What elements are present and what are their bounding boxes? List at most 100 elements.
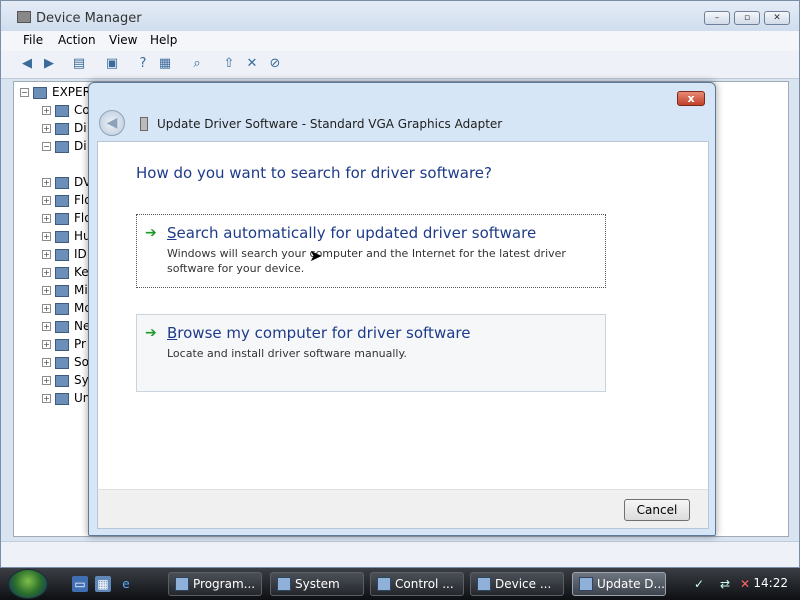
tree-item[interactable]: + Ne (42, 319, 90, 333)
close-button[interactable]: ✕ (764, 11, 790, 25)
tree-item[interactable]: + Mi (42, 283, 88, 297)
tree-root-label: EXPER (52, 85, 91, 99)
taskbar-item-label: Control ... (395, 577, 454, 591)
tree-item[interactable]: + Di (42, 121, 87, 135)
safely-remove-icon[interactable]: ✓ (692, 577, 706, 591)
device-icon (55, 212, 69, 225)
properties-icon[interactable]: ▤ (71, 56, 87, 72)
tree-item[interactable]: + Flo (42, 211, 92, 225)
network-icon[interactable]: ⇄ (718, 577, 732, 591)
taskbar: ▭ ▦ e Program... System Control ... Devi… (0, 568, 800, 600)
option-title: Search automatically for updated driver … (167, 224, 537, 242)
expand-icon[interactable]: + (42, 286, 51, 295)
tree-item[interactable]: + Un (42, 391, 90, 405)
dialog-close-button[interactable]: x (677, 91, 705, 106)
status-bar (1, 541, 799, 567)
tree-item-label: Ke (74, 265, 89, 279)
tree-item-label: Mi (74, 283, 88, 297)
collapse-icon[interactable]: − (42, 142, 51, 151)
scan-icon[interactable]: ⌕ (189, 56, 205, 72)
device-icon (55, 338, 69, 351)
driver-icon (140, 117, 148, 131)
menu-bar: File Action View Help (1, 31, 799, 51)
cancel-button[interactable]: Cancel (624, 499, 690, 521)
tree-item[interactable]: + Pr (42, 337, 86, 351)
maximize-button[interactable]: ▫ (734, 11, 760, 25)
tree-item[interactable]: + ID (42, 247, 87, 261)
device-icon (55, 266, 69, 279)
window-icon (579, 577, 593, 591)
back-arrow-icon[interactable]: ◀ (19, 56, 35, 72)
dialog-header: ◀ Update Driver Software - Standard VGA … (97, 107, 709, 141)
tree-item[interactable]: + DV (42, 175, 91, 189)
expand-icon[interactable]: + (42, 322, 51, 331)
device-icon (55, 122, 69, 135)
device-icon (55, 176, 69, 189)
menu-action[interactable]: Action (58, 33, 96, 47)
expand-icon[interactable]: + (42, 178, 51, 187)
tree-item[interactable]: + Co (42, 103, 90, 117)
tree-item[interactable]: + Sy (42, 373, 89, 387)
expand-icon[interactable]: + (42, 340, 51, 349)
option-description: Windows will search your computer and th… (167, 247, 566, 275)
internet-explorer-icon[interactable]: e (118, 576, 134, 592)
taskbar-item[interactable]: System (270, 572, 364, 596)
green-arrow-icon: ➔ (145, 325, 157, 341)
tree-item-label: So (74, 355, 89, 369)
window-icon (477, 577, 491, 591)
expand-icon[interactable]: + (42, 250, 51, 259)
expand-icon[interactable]: + (42, 304, 51, 313)
tree-item-label: ID (74, 247, 87, 261)
device-icon (55, 320, 69, 333)
switch-windows-icon[interactable]: ▦ (95, 576, 111, 592)
taskbar-item[interactable]: Control ... (370, 572, 464, 596)
tree-item[interactable]: + Hu (42, 229, 91, 243)
taskbar-item-active[interactable]: Update D... (572, 572, 666, 596)
option-description: Locate and install driver software manua… (167, 347, 407, 360)
tree-item-label: Di (74, 139, 87, 153)
search-automatically-option[interactable]: ➔ Search automatically for updated drive… (136, 214, 606, 288)
device-manager-icon (17, 11, 31, 23)
back-arrow-icon[interactable]: ◀ (99, 110, 125, 136)
expand-icon[interactable]: + (42, 394, 51, 403)
expand-icon[interactable]: + (42, 358, 51, 367)
taskbar-item[interactable]: Device ... (470, 572, 564, 596)
tree-item-label: Sy (74, 373, 89, 387)
taskbar-item[interactable]: Program... (168, 572, 262, 596)
device-icon (55, 392, 69, 405)
show-desktop-icon[interactable]: ▭ (72, 576, 88, 592)
device-icon (55, 356, 69, 369)
expand-icon[interactable]: + (42, 196, 51, 205)
tree-item[interactable]: + So (42, 355, 89, 369)
device-icon (55, 248, 69, 261)
view-icon[interactable]: ▦ (157, 56, 173, 72)
tree-item[interactable]: + Mo (42, 301, 92, 315)
expand-icon[interactable]: + (42, 214, 51, 223)
expand-icon[interactable]: + (42, 268, 51, 277)
uninstall-icon[interactable]: ✕ (244, 56, 260, 72)
collapse-icon[interactable]: − (20, 88, 29, 97)
forward-arrow-icon[interactable]: ▶ (41, 56, 57, 72)
menu-help[interactable]: Help (150, 33, 177, 47)
console-icon[interactable]: ▣ (104, 56, 120, 72)
expand-icon[interactable]: + (42, 376, 51, 385)
expand-icon[interactable]: + (42, 232, 51, 241)
minimize-button[interactable]: – (704, 11, 730, 25)
browse-computer-option[interactable]: ➔ Browse my computer for driver software… (136, 314, 606, 392)
help-icon[interactable]: ? (135, 56, 151, 72)
menu-view[interactable]: View (109, 33, 137, 47)
tree-item[interactable]: − Di (42, 139, 87, 153)
display-adapter-icon (55, 140, 69, 153)
expand-icon[interactable]: + (42, 124, 51, 133)
window-icon (377, 577, 391, 591)
update-driver-icon[interactable]: ⇧ (221, 56, 237, 72)
clock[interactable]: 14:22 (753, 576, 788, 590)
start-button[interactable] (8, 569, 48, 599)
volume-muted-icon[interactable]: ✕ (738, 577, 752, 591)
tree-root[interactable]: − EXPER (20, 85, 91, 99)
tree-item[interactable]: + Flo (42, 193, 92, 207)
expand-icon[interactable]: + (42, 106, 51, 115)
disable-icon[interactable]: ⊘ (267, 56, 283, 72)
menu-file[interactable]: File (23, 33, 43, 47)
tree-item[interactable]: + Ke (42, 265, 89, 279)
